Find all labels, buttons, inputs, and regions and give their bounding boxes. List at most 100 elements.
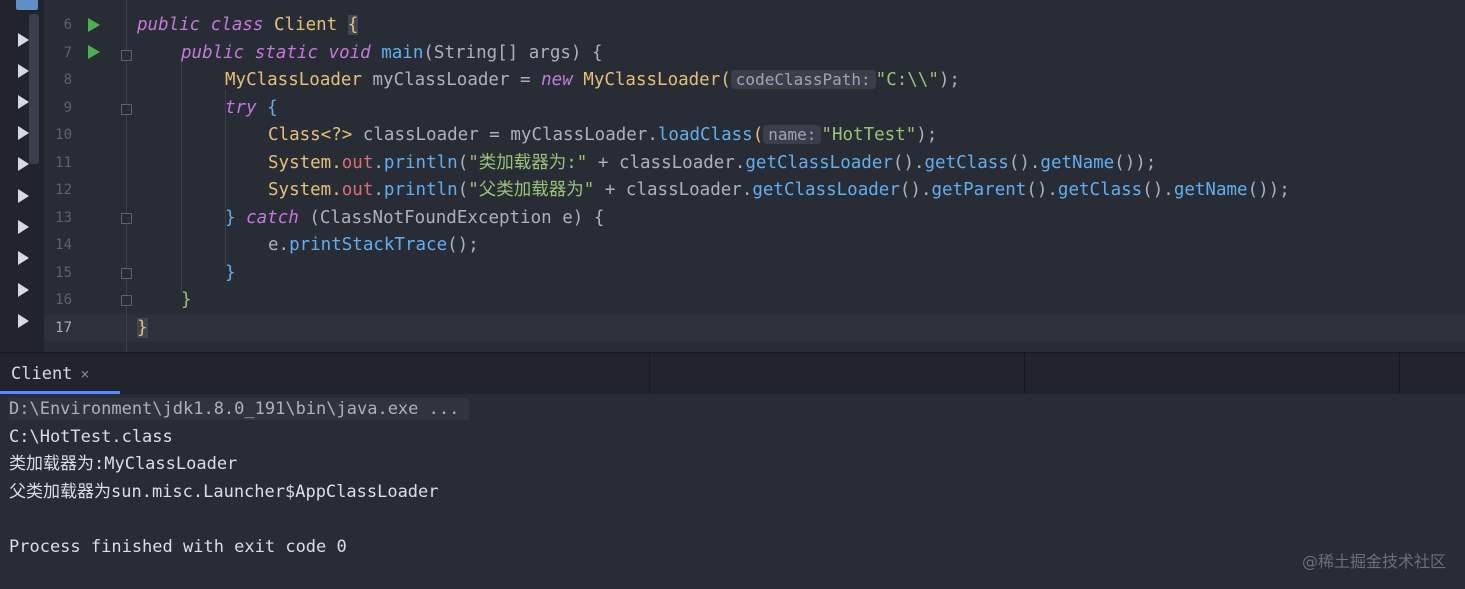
tab-separator [649, 353, 650, 394]
fold-marker-icon[interactable] [121, 268, 132, 279]
line-number: 12 [55, 182, 72, 198]
code-token: . [373, 180, 384, 200]
code-token: static [254, 43, 318, 63]
code-editor[interactable]: 6 7 8 9 10 11 12 13 14 15 16 17 public c… [0, 0, 1465, 352]
play-icon[interactable] [18, 33, 29, 47]
code-token: (). [892, 153, 925, 173]
line-number: 16 [55, 292, 72, 308]
code-line-16: } [181, 290, 192, 310]
line-number: 6 [63, 17, 72, 33]
code-token: getName [1040, 153, 1115, 173]
play-icon[interactable] [18, 64, 29, 78]
parameter-hint: codeClassPath: [730, 70, 876, 89]
console-line: 类加载器为:MyClassLoader [9, 454, 238, 474]
code-token: e. [268, 235, 290, 255]
code-token: getParent [931, 180, 1027, 200]
code-line-14: e.printStackTrace(); [268, 235, 479, 255]
code-token: } [225, 208, 236, 228]
code-token: ); [916, 125, 938, 145]
line-number: 9 [63, 100, 72, 116]
code-token: = myClassLoader. [489, 125, 658, 145]
play-icon[interactable] [18, 126, 29, 140]
code-line-6: public class Client { [137, 15, 359, 35]
fold-marker-icon[interactable] [121, 104, 132, 115]
code-token: (). [1008, 153, 1041, 173]
code-token: out [341, 153, 374, 173]
code-token: ()); [1247, 180, 1290, 200]
code-line-17: } [137, 318, 148, 338]
code-token: main [381, 43, 424, 63]
code-token: System. [268, 180, 342, 200]
code-token: e [562, 208, 573, 228]
code-token: ); [938, 70, 960, 90]
console-line: 父类加载器为sun.misc.Launcher$AppClassLoader [9, 482, 439, 502]
code-token: (); [447, 235, 479, 255]
console-output[interactable]: D:\Environment\jdk1.8.0_191\bin\java.exe… [0, 394, 1465, 589]
line-number: 13 [55, 210, 72, 226]
run-gutter-icon[interactable] [88, 45, 100, 59]
code-token: out [341, 180, 374, 200]
tab-label: Client [11, 363, 73, 384]
console-command-line[interactable]: D:\Environment\jdk1.8.0_191\bin\java.exe… [9, 398, 470, 420]
code-token: new [541, 70, 573, 90]
code-token: (). [1026, 180, 1058, 200]
code-token: ) { [572, 208, 605, 228]
code-token: println [383, 180, 458, 200]
code-token: (). [899, 180, 932, 200]
console-line: Process finished with exit code 0 [9, 537, 347, 557]
tab-separator [1399, 353, 1400, 394]
code-token: catch [246, 208, 299, 228]
indent-guide [181, 62, 182, 292]
code-token: void [328, 43, 371, 63]
code-token: = [520, 70, 531, 90]
code-token: MyClassLoader [225, 70, 362, 90]
code-line-13: } catch (ClassNotFoundException e) { [225, 208, 604, 228]
line-number: 8 [63, 72, 72, 88]
play-icon[interactable] [18, 251, 29, 265]
code-token: "类加载器为:" [468, 153, 588, 173]
code-token: + classLoader. [587, 153, 746, 173]
parameter-hint: name: [763, 125, 822, 144]
play-icon[interactable] [18, 220, 29, 234]
code-token: { [347, 15, 359, 35]
folder-icon[interactable] [16, 0, 38, 10]
fold-marker-icon[interactable] [121, 50, 132, 61]
play-icon[interactable] [18, 314, 29, 328]
code-token: + classLoader. [594, 180, 753, 200]
code-token: printStackTrace [289, 235, 448, 255]
line-number: 14 [55, 237, 72, 253]
line-number-current: 17 [55, 320, 72, 336]
line-number: 10 [55, 127, 72, 143]
code-line-10: Class<?> classLoader = myClassLoader.loa… [268, 125, 937, 145]
code-token: getName [1173, 180, 1248, 200]
code-token: getClassLoader [745, 153, 893, 173]
code-token: (). [1142, 180, 1174, 200]
play-icon[interactable] [18, 189, 29, 203]
play-icon[interactable] [18, 95, 29, 109]
code-token: "父类加载器为" [468, 180, 595, 200]
tab-client[interactable]: Client × [0, 353, 120, 394]
fold-marker-icon[interactable] [121, 213, 132, 224]
tool-window-strip [0, 0, 44, 352]
run-gutter-icon[interactable] [88, 18, 100, 32]
code-line-15: } [225, 263, 236, 283]
line-number: 15 [55, 265, 72, 281]
code-token: (String[] args) { [423, 43, 603, 63]
code-token: ( [457, 180, 469, 200]
code-token: "C:\\" [875, 70, 939, 90]
close-icon[interactable]: × [80, 365, 89, 383]
code-token: class [210, 15, 264, 35]
fold-marker-icon[interactable] [121, 295, 132, 306]
code-token: (ClassNotFoundException [309, 208, 552, 228]
code-token: getClass [924, 153, 1009, 173]
play-icon[interactable] [18, 283, 29, 297]
code-token: Client [274, 15, 338, 35]
tab-separator [1024, 353, 1025, 394]
strip-scrollbar[interactable] [29, 14, 39, 164]
code-line-9: try { [225, 98, 278, 118]
code-token: ()); [1114, 153, 1157, 173]
line-number: 7 [63, 45, 72, 61]
play-icon[interactable] [18, 157, 29, 171]
code-token: ( [752, 125, 764, 145]
code-token: getClass [1057, 180, 1143, 200]
